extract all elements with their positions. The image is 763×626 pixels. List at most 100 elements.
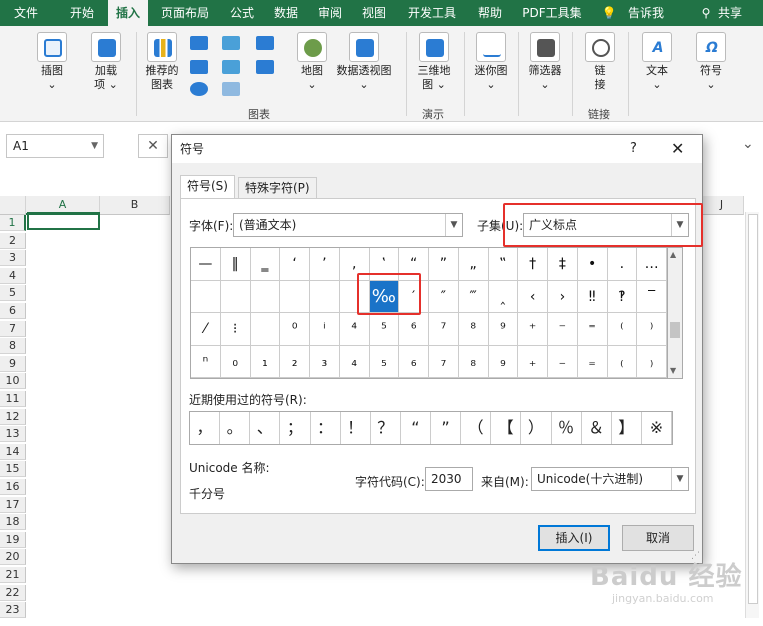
sparklines-button[interactable]: 迷你图 ⌄ xyxy=(470,32,512,92)
name-box[interactable]: A1 ▼ xyxy=(6,134,104,158)
tab-view[interactable]: 视图 xyxy=(356,0,392,26)
symbol-cell[interactable] xyxy=(250,280,281,313)
tab-pdf-tools[interactable]: PDF工具集 xyxy=(518,0,586,26)
scroll-down-icon[interactable]: ▼ xyxy=(670,366,676,375)
row-header[interactable]: 10 xyxy=(0,373,26,390)
symbol-cell[interactable]: ₅ xyxy=(369,345,400,378)
symbol-cell[interactable]: ‸ xyxy=(488,280,519,313)
symbol-cell[interactable]: ⁾ xyxy=(637,313,667,346)
symbol-cell[interactable] xyxy=(220,280,251,313)
tab-symbols[interactable]: 符号(S) xyxy=(180,175,235,199)
recent-symbols[interactable]: ，。、；：！？ “” （【）％＆】 ※ xyxy=(189,411,673,445)
symbol-cell[interactable]: ⁼ xyxy=(577,313,608,346)
row-header[interactable]: 23 xyxy=(0,602,26,619)
recent-symbol-cell[interactable]: 】 xyxy=(612,412,642,444)
row-header[interactable]: 3 xyxy=(0,250,26,267)
column-header-j[interactable]: J xyxy=(700,196,744,215)
tab-formulas[interactable]: 公式 xyxy=(222,0,262,26)
symbol-cell[interactable]: ‴ xyxy=(458,280,489,313)
symbol-cell[interactable] xyxy=(280,280,310,313)
row-header[interactable]: 5 xyxy=(0,285,26,302)
symbol-cell[interactable]: ₄ xyxy=(339,345,370,378)
row-header[interactable]: 20 xyxy=(0,549,26,566)
symbol-cell[interactable]: — xyxy=(191,248,221,281)
tab-insert[interactable]: 插入 xyxy=(108,0,148,26)
scrollbar-thumb[interactable] xyxy=(670,322,680,338)
vertical-scrollbar[interactable] xyxy=(745,212,759,618)
symbol-cell[interactable]: ₌ xyxy=(577,345,608,378)
tab-data[interactable]: 数据 xyxy=(268,0,304,26)
combo-chart-icon[interactable] xyxy=(256,60,274,74)
symbol-cell[interactable]: ₋ xyxy=(548,345,578,378)
symbol-cell[interactable]: ⁷ xyxy=(429,313,459,346)
symbol-cell[interactable]: ⁵ xyxy=(369,313,400,346)
pie-chart-icon[interactable] xyxy=(190,82,208,96)
symbol-cell[interactable]: ⁶ xyxy=(399,313,429,346)
symbol-cell[interactable]: ₈ xyxy=(458,345,489,378)
row-header[interactable]: 9 xyxy=(0,355,26,372)
active-cell-a1[interactable] xyxy=(27,212,100,230)
symbol-cell[interactable]: „ xyxy=(458,248,489,281)
symbol-cell[interactable]: ₃ xyxy=(310,345,340,378)
tab-developer[interactable]: 开发工具 xyxy=(402,0,462,26)
addins-button[interactable]: 加载项 ⌄ xyxy=(84,32,128,92)
close-icon[interactable]: ✕ xyxy=(671,135,684,163)
symbol-cell[interactable]: ’ xyxy=(310,248,340,281)
recent-symbol-cell[interactable]: ％ xyxy=(552,412,582,444)
recent-symbol-cell[interactable]: ” xyxy=(431,412,462,444)
row-header[interactable]: 16 xyxy=(0,479,26,495)
symbol-cell[interactable]: › xyxy=(548,280,578,313)
symbol-cell[interactable]: … xyxy=(637,248,667,281)
symbol-cell[interactable]: ₉ xyxy=(488,345,519,378)
recent-symbol-cell[interactable]: 、 xyxy=(250,412,281,444)
tab-help[interactable]: 帮助 xyxy=(470,0,510,26)
symbol-cell[interactable]: ₆ xyxy=(399,345,429,378)
recent-symbol-cell[interactable]: 【 xyxy=(491,412,522,444)
text-button[interactable]: A 文本 ⌄ xyxy=(636,32,678,92)
waterfall-chart-icon[interactable] xyxy=(256,36,274,50)
row-header[interactable]: 21 xyxy=(0,567,26,583)
symbol-cell[interactable]: ⁿ xyxy=(191,345,221,378)
symbol-cell[interactable]: ‘ xyxy=(280,248,310,281)
symbol-cell[interactable] xyxy=(191,280,221,313)
share-button[interactable]: 共享 xyxy=(714,0,746,26)
symbol-cell[interactable]: ⁝ xyxy=(220,313,251,346)
recent-symbol-cell[interactable]: ※ xyxy=(642,412,672,444)
symbol-cell[interactable]: ₇ xyxy=(429,345,459,378)
row-header[interactable]: 15 xyxy=(0,461,26,478)
cancel-entry-icon[interactable]: ✕ xyxy=(138,134,168,158)
row-header[interactable]: 19 xyxy=(0,531,26,548)
help-icon[interactable]: ? xyxy=(630,135,637,163)
symbol-cell[interactable]: ‼ xyxy=(577,280,608,313)
recommended-charts-button[interactable]: 推荐的 图表 xyxy=(140,32,184,92)
row-header[interactable]: 13 xyxy=(0,426,26,443)
symbol-cell[interactable]: ⁹ xyxy=(488,313,519,346)
3d-map-button[interactable]: 三维地图 ⌄ xyxy=(412,32,456,92)
link-button[interactable]: 链接 xyxy=(580,32,620,92)
row-header[interactable]: 4 xyxy=(0,267,26,284)
recent-symbol-cell[interactable]: ） xyxy=(521,412,552,444)
symbol-grid-scrollbar[interactable]: ▲ ▼ xyxy=(668,247,683,379)
cancel-button[interactable]: 取消 xyxy=(622,525,694,551)
row-header[interactable]: 8 xyxy=(0,338,26,355)
recent-symbol-cell[interactable]: ！ xyxy=(341,412,371,444)
tab-home[interactable]: 开始 xyxy=(60,0,104,26)
tab-page-layout[interactable]: 页面布局 xyxy=(154,0,216,26)
font-select[interactable]: (普通文本) ▼ xyxy=(233,213,463,237)
recent-symbol-cell[interactable]: ？ xyxy=(371,412,401,444)
symbol-cell[interactable]: ⁱ xyxy=(310,313,340,346)
symbol-cell[interactable]: ‖ xyxy=(220,248,251,281)
symbol-cell[interactable]: ‹ xyxy=(518,280,548,313)
select-all-corner[interactable] xyxy=(0,196,26,215)
symbol-cell[interactable] xyxy=(310,280,340,313)
row-header[interactable]: 11 xyxy=(0,391,26,407)
recent-symbol-cell[interactable]: 。 xyxy=(220,412,251,444)
symbol-cell[interactable]: ‽ xyxy=(607,280,638,313)
symbol-cell[interactable]: ‟ xyxy=(488,248,519,281)
hierarchy-chart-icon[interactable] xyxy=(222,36,240,50)
symbol-cell[interactable]: ₎ xyxy=(637,345,667,378)
symbol-grid[interactable]: — ‖ ‗ ‘’ ‚ ‛ “” „ ‟ † ‡ • ․… ‰ ′ ″ ‴ ‸ ‹ › ‼ ‽ ‾ ⁄ ⁝ ⁰ ⁱ ⁴ ⁵ ⁶ ⁷ ⁸ ⁹ ⁺ ⁻ ⁼ ⁽… xyxy=(190,247,668,379)
symbol-cell[interactable]: • xyxy=(577,248,608,281)
row-header[interactable]: 22 xyxy=(0,584,26,601)
symbol-cell[interactable]: ⁄ xyxy=(191,313,221,346)
